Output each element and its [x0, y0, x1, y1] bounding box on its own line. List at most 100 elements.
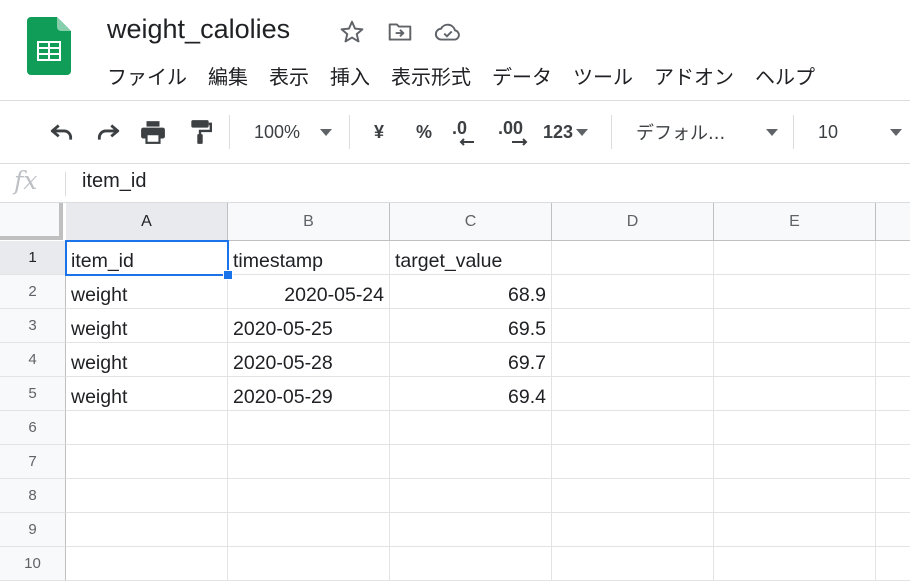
- menu-data[interactable]: データ: [492, 64, 552, 90]
- row-header-4[interactable]: 4: [0, 343, 66, 377]
- cell-x8[interactable]: [876, 479, 910, 513]
- cell-d10[interactable]: [552, 547, 714, 581]
- column-header-a[interactable]: A: [66, 203, 228, 241]
- font-family-select[interactable]: デフォル...: [636, 117, 778, 147]
- cell-e8[interactable]: [714, 479, 876, 513]
- menu-format[interactable]: 表示形式: [391, 64, 471, 90]
- zoom-select[interactable]: 100%: [254, 117, 340, 147]
- sheets-logo-icon[interactable]: [27, 17, 71, 75]
- column-header-b[interactable]: B: [228, 203, 390, 241]
- star-icon[interactable]: [338, 18, 366, 46]
- cell-b3[interactable]: 2020-05-25: [228, 309, 390, 343]
- cell-d3[interactable]: [552, 309, 714, 343]
- column-header-c[interactable]: C: [390, 203, 552, 241]
- percent-format-button[interactable]: %: [411, 117, 437, 147]
- cell-b9[interactable]: [228, 513, 390, 547]
- cell-e5[interactable]: [714, 377, 876, 411]
- row-header-3[interactable]: 3: [0, 309, 66, 343]
- cell-c5[interactable]: 69.4: [390, 377, 552, 411]
- cell-d1[interactable]: [552, 241, 714, 275]
- cell-b8[interactable]: [228, 479, 390, 513]
- row-header-8[interactable]: 8: [0, 479, 66, 513]
- cell-b6[interactable]: [228, 411, 390, 445]
- cell-d8[interactable]: [552, 479, 714, 513]
- document-title[interactable]: weight_calolies: [107, 14, 290, 45]
- row-header-6[interactable]: 6: [0, 411, 66, 445]
- cell-c3[interactable]: 69.5: [390, 309, 552, 343]
- print-icon[interactable]: [137, 117, 169, 147]
- row-header-10[interactable]: 10: [0, 547, 66, 581]
- row-header-7[interactable]: 7: [0, 445, 66, 479]
- cell-a4[interactable]: weight: [66, 343, 228, 377]
- cell-b5[interactable]: 2020-05-29: [228, 377, 390, 411]
- row-header-2[interactable]: 2: [0, 275, 66, 309]
- row-header-9[interactable]: 9: [0, 513, 66, 547]
- cell-a10[interactable]: [66, 547, 228, 581]
- undo-icon[interactable]: [46, 117, 78, 147]
- cell-c7[interactable]: [390, 445, 552, 479]
- row-header-1[interactable]: 1: [0, 241, 66, 275]
- cell-d5[interactable]: [552, 377, 714, 411]
- menu-edit[interactable]: 編集: [208, 64, 248, 90]
- cell-c8[interactable]: [390, 479, 552, 513]
- cell-d6[interactable]: [552, 411, 714, 445]
- currency-format-button[interactable]: ¥: [366, 117, 392, 147]
- cell-e10[interactable]: [714, 547, 876, 581]
- cell-x7[interactable]: [876, 445, 910, 479]
- increase-decimal-button[interactable]: .00: [498, 117, 534, 147]
- cell-a7[interactable]: [66, 445, 228, 479]
- cell-e2[interactable]: [714, 275, 876, 309]
- cell-x1[interactable]: [876, 241, 910, 275]
- cell-a6[interactable]: [66, 411, 228, 445]
- cell-x3[interactable]: [876, 309, 910, 343]
- cell-e9[interactable]: [714, 513, 876, 547]
- number-format-select[interactable]: 123: [543, 117, 599, 147]
- cell-b10[interactable]: [228, 547, 390, 581]
- formula-input[interactable]: item_id: [82, 170, 146, 193]
- cell-x9[interactable]: [876, 513, 910, 547]
- cell-x5[interactable]: [876, 377, 910, 411]
- menu-view[interactable]: 表示: [269, 64, 309, 90]
- cell-c4[interactable]: 69.7: [390, 343, 552, 377]
- font-size-select[interactable]: 10: [818, 117, 902, 147]
- cell-a3[interactable]: weight: [66, 309, 228, 343]
- cell-a2[interactable]: weight: [66, 275, 228, 309]
- decrease-decimal-button[interactable]: .0: [452, 117, 482, 147]
- cell-d4[interactable]: [552, 343, 714, 377]
- cell-b4[interactable]: 2020-05-28: [228, 343, 390, 377]
- select-all-corner[interactable]: [0, 203, 63, 240]
- menu-tools[interactable]: ツール: [573, 64, 633, 90]
- cell-c9[interactable]: [390, 513, 552, 547]
- cell-e7[interactable]: [714, 445, 876, 479]
- cell-e3[interactable]: [714, 309, 876, 343]
- column-header-d[interactable]: D: [552, 203, 714, 241]
- cell-c6[interactable]: [390, 411, 552, 445]
- cell-d9[interactable]: [552, 513, 714, 547]
- cell-c1[interactable]: target_value: [390, 241, 552, 275]
- paint-format-icon[interactable]: [184, 117, 216, 147]
- cell-d2[interactable]: [552, 275, 714, 309]
- cell-a9[interactable]: [66, 513, 228, 547]
- cell-e6[interactable]: [714, 411, 876, 445]
- redo-icon[interactable]: [92, 117, 124, 147]
- cell-x2[interactable]: [876, 275, 910, 309]
- cell-a1[interactable]: item_id: [66, 241, 228, 275]
- cell-b2[interactable]: 2020-05-24: [228, 275, 390, 309]
- cloud-saved-icon[interactable]: [434, 18, 462, 46]
- cell-c2[interactable]: 68.9: [390, 275, 552, 309]
- menu-insert[interactable]: 挿入: [330, 64, 370, 90]
- cell-a5[interactable]: weight: [66, 377, 228, 411]
- cell-x4[interactable]: [876, 343, 910, 377]
- cell-b7[interactable]: [228, 445, 390, 479]
- cell-e4[interactable]: [714, 343, 876, 377]
- column-header[interactable]: [876, 203, 910, 241]
- cell-x10[interactable]: [876, 547, 910, 581]
- cell-a8[interactable]: [66, 479, 228, 513]
- menu-help[interactable]: ヘルプ: [755, 64, 815, 90]
- column-header-e[interactable]: E: [714, 203, 876, 241]
- cell-d7[interactable]: [552, 445, 714, 479]
- menu-addons[interactable]: アドオン: [654, 64, 734, 90]
- cell-c10[interactable]: [390, 547, 552, 581]
- cell-e1[interactable]: [714, 241, 876, 275]
- cell-x6[interactable]: [876, 411, 910, 445]
